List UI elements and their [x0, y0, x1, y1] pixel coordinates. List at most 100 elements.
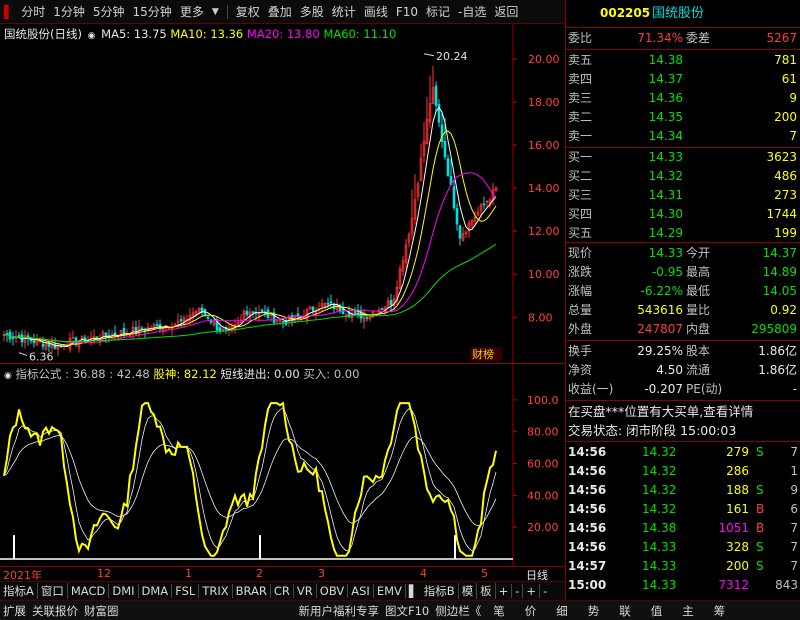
tick-count: 7 — [790, 559, 798, 573]
level-price[interactable]: 14.34 — [649, 127, 683, 146]
tab-value[interactable]: 值 — [648, 603, 666, 619]
high-marker-label: 20.24 — [436, 50, 468, 63]
remove-watchlist-button[interactable]: -自选 — [454, 3, 490, 20]
tick-row: 14:56 14.33 328 S 7 — [566, 538, 800, 557]
level-price[interactable]: 14.38 — [649, 51, 683, 70]
fund-label: PE(动) — [686, 382, 723, 396]
time-label-1: 1 — [185, 567, 192, 580]
level-price[interactable]: 14.29 — [649, 224, 683, 243]
tab-chips[interactable]: 筹 — [711, 603, 729, 619]
tab-macd[interactable]: MACD — [68, 584, 110, 598]
stat-row: 涨跌 -0.95 最高 14.89 — [566, 263, 800, 282]
tab-5min[interactable]: 5分钟 — [89, 3, 129, 20]
price-tick-label: 14.00 — [528, 182, 560, 195]
mark-button[interactable]: 标记 — [422, 3, 454, 20]
fund-value: 29.25% — [637, 344, 683, 358]
zoom-in-button[interactable]: + — [496, 584, 513, 598]
sidebar-toggle-button[interactable]: 侧边栏《 — [432, 603, 484, 619]
tick-count: 7 — [790, 445, 798, 459]
tick-count: 843 — [775, 578, 798, 592]
tab-template[interactable]: 模 — [459, 583, 478, 599]
settings-dot-icon[interactable]: ◉ — [4, 371, 12, 381]
f10-button[interactable]: F10 — [392, 5, 422, 19]
tick-price: 14.32 — [642, 445, 677, 459]
tab-emv[interactable]: EMV — [374, 584, 406, 598]
level-price[interactable]: 14.32 — [649, 167, 683, 186]
tab-detail[interactable]: 细 — [553, 603, 571, 619]
tab-dmi[interactable]: DMI — [109, 584, 139, 598]
trade-state-text: 交易状态: 闭市阶段 15:00:03 — [568, 423, 737, 438]
level-price[interactable]: 14.33 — [649, 148, 683, 167]
divider — [566, 49, 800, 50]
level-volume: 1744 — [766, 207, 797, 221]
tab-ticks[interactable]: 笔 — [490, 603, 508, 619]
level-price[interactable]: 14.35 — [649, 108, 683, 127]
tab-asi[interactable]: ASI — [348, 584, 374, 598]
expand-button[interactable]: 扩展 — [0, 603, 29, 619]
ma5-label: MA5: 13.75 — [101, 27, 167, 41]
weicha-label: 委差 — [686, 31, 711, 45]
big-order-notice[interactable]: 在买盘***位置有大买单,查看详情 — [566, 402, 800, 421]
indicator-chart[interactable]: 100.0 80.00 60.00 40.00 20.00 ◉ 指标公式 : 36.88… — [0, 364, 565, 566]
tab-fsl[interactable]: FSL — [172, 584, 200, 598]
graphic-f10-button[interactable]: 图文F10 — [382, 603, 432, 619]
candle-body — [206, 316, 210, 319]
tick-volume: 286 — [726, 464, 749, 478]
kline-canvas[interactable]: 20.00 18.00 16.00 14.00 12.00 10.00 8.00 20.24 6… — [0, 24, 565, 364]
sell-level-row: 卖四 14.37 61 — [566, 70, 800, 89]
tab-cr[interactable]: CR — [271, 584, 294, 598]
price-tick-label: 20.00 — [528, 53, 560, 66]
tick-direction: B — [756, 502, 765, 516]
adjust-button[interactable]: 复权 — [232, 3, 264, 20]
stat-value: 14.89 — [762, 265, 797, 279]
stat-label: 总量 — [568, 303, 593, 317]
add-window-button[interactable]: + — [523, 584, 541, 598]
tab-main[interactable]: 主 — [679, 603, 697, 619]
tab-15min[interactable]: 15分钟 — [129, 3, 176, 20]
fund-value: - — [792, 382, 797, 396]
level-price[interactable]: 14.36 — [649, 89, 683, 108]
level-price[interactable]: 14.31 — [649, 186, 683, 205]
level-price[interactable]: 14.30 — [649, 205, 683, 224]
wealth-circle-button[interactable]: 财富圈 — [81, 603, 122, 619]
tab-trend[interactable]: 势 — [585, 603, 603, 619]
overlay-button[interactable]: 叠加 — [264, 3, 296, 20]
tab-1min[interactable]: 1分钟 — [49, 3, 89, 20]
tab-more[interactable]: 更多 — [176, 3, 208, 20]
stat-row: 涨幅 -6.22% 最低 14.05 — [566, 282, 800, 301]
tick-time: 14:56 — [568, 521, 607, 535]
tab-obv[interactable]: OBV — [317, 584, 349, 598]
remove-window-button[interactable]: - — [540, 584, 550, 598]
tab-trix[interactable]: TRIX — [199, 584, 233, 598]
tab-price[interactable]: 价 — [522, 603, 540, 619]
level-label: 买二 — [568, 169, 593, 183]
new-user-benefit-link[interactable]: 新用户福利专享 — [296, 603, 383, 619]
level-label: 买四 — [568, 207, 593, 221]
stat-label: 外盘 — [568, 322, 593, 336]
tab-indicator-a[interactable]: 指标A — [0, 583, 38, 599]
kline-chart[interactable]: 20.00 18.00 16.00 14.00 12.00 10.00 8.00 20.24 6… — [0, 24, 565, 364]
chevron-down-icon[interactable]: ▼ — [208, 7, 223, 17]
tab-dma[interactable]: DMA — [139, 584, 173, 598]
tab-link[interactable]: 联 — [616, 603, 634, 619]
tick-time: 14:56 — [568, 483, 607, 497]
notice-text[interactable]: 在买盘***位置有大买单,查看详情 — [568, 402, 753, 421]
multi-stock-button[interactable]: 多股 — [296, 3, 328, 20]
statistics-button[interactable]: 统计 — [328, 3, 360, 20]
level-label: 卖二 — [568, 110, 593, 124]
level-price[interactable]: 14.37 — [649, 70, 683, 89]
indicator-canvas[interactable]: 100.0 80.00 60.00 40.00 20.00 — [0, 364, 565, 566]
tab-indicator-b[interactable]: 指标B — [421, 583, 459, 599]
tab-brar[interactable]: BRAR — [233, 584, 271, 598]
draw-line-button[interactable]: 画线 — [360, 3, 392, 20]
candle-body — [179, 319, 183, 322]
related-quote-button[interactable]: 关联报价 — [29, 603, 81, 619]
tab-vr[interactable]: VR — [294, 584, 317, 598]
tab-window[interactable]: 窗口 — [38, 583, 68, 599]
back-button[interactable]: 返回 — [490, 3, 522, 20]
settings-dot-icon[interactable]: ◉ — [88, 31, 96, 41]
tab-intraday[interactable]: 分时 — [17, 3, 49, 20]
tab-board[interactable]: 板 — [477, 583, 496, 599]
kline-background — [0, 24, 565, 364]
zoom-out-button[interactable]: - — [512, 584, 524, 598]
